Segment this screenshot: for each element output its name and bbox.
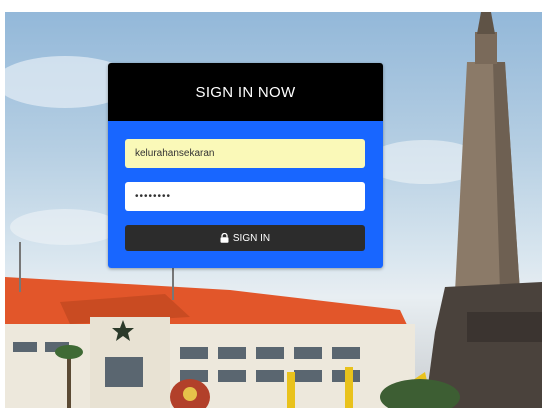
emblem-center [183, 387, 197, 401]
login-card: SIGN IN NOW SIGN IN [108, 63, 383, 268]
password-input[interactable] [125, 182, 365, 211]
cloud [10, 209, 120, 245]
palm-trunk [67, 357, 71, 408]
monument-base-band [467, 312, 542, 342]
page-background: SIGN IN NOW SIGN IN [5, 12, 542, 408]
monument-finial [477, 12, 495, 34]
login-title: SIGN IN NOW [195, 83, 296, 101]
building-wall [5, 324, 415, 408]
yellow-flag [287, 372, 295, 408]
flag-pole [19, 242, 21, 292]
sign-in-label: SIGN IN [232, 232, 271, 244]
sign-in-button[interactable]: SIGN IN [125, 225, 365, 251]
username-input[interactable] [125, 139, 365, 168]
login-form: SIGN IN [108, 121, 383, 268]
login-header: SIGN IN NOW [108, 63, 383, 121]
monument-top [475, 32, 497, 64]
yellow-flag [345, 367, 353, 408]
lock-icon [220, 233, 229, 243]
palm-leaves [55, 345, 83, 359]
